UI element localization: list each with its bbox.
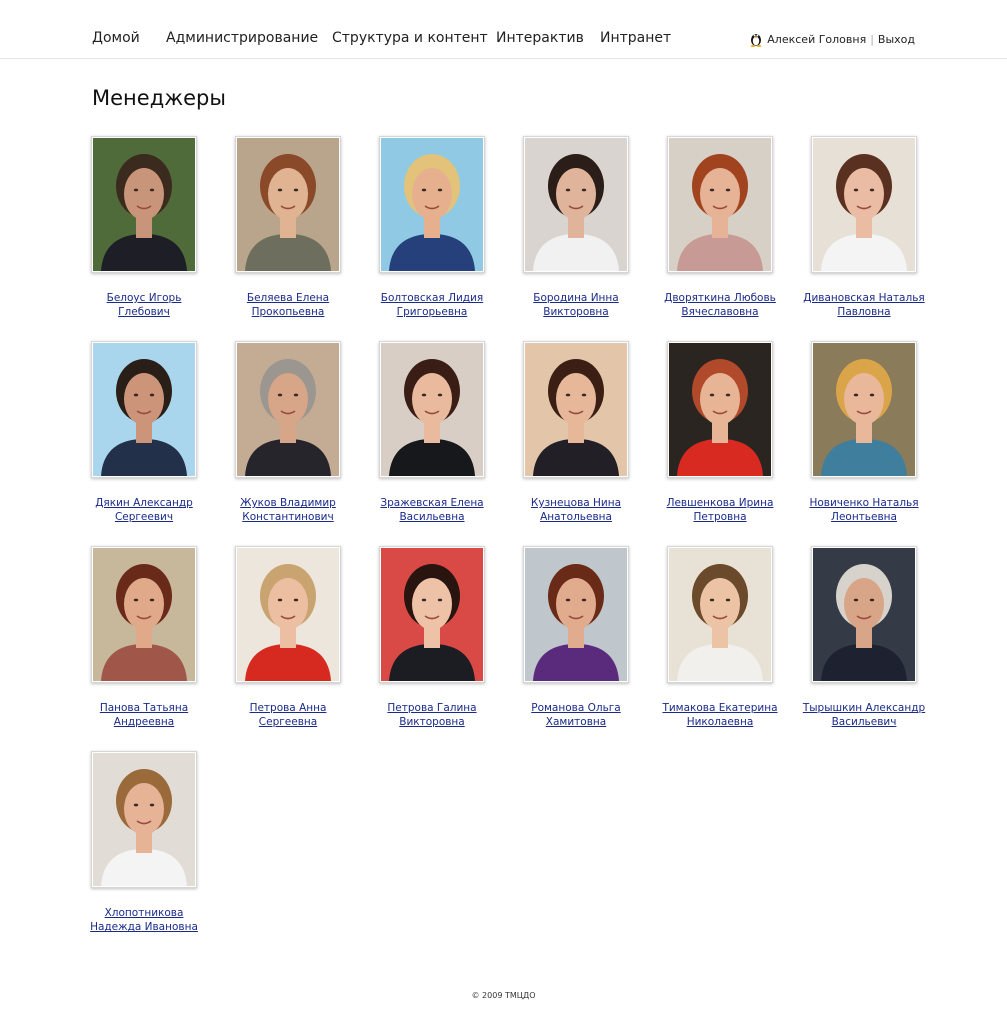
portrait-image (669, 138, 771, 271)
person-name-link[interactable]: Новиченко Наталья Леонтьевна (802, 496, 926, 524)
person-photo[interactable] (91, 546, 197, 683)
user-profile-link[interactable]: Алексей Головня (767, 33, 866, 46)
person-name-link[interactable]: Болтовская Лидия Григорьевна (370, 291, 494, 319)
person-name-link[interactable]: Панова Татьяна Андреевна (82, 701, 206, 729)
person-photo[interactable] (811, 341, 917, 478)
portrait-image (381, 548, 483, 681)
person-photo[interactable] (523, 341, 629, 478)
portrait-image (669, 343, 771, 476)
portrait-image (381, 138, 483, 271)
nav-intranet[interactable]: Интранет (600, 30, 671, 46)
person-name-link[interactable]: Жуков Владимир Константинович (226, 496, 350, 524)
person-name-link[interactable]: Дивановская Наталья Павловна (802, 291, 926, 319)
person-card: Кузнецова Нина Анатольевна (504, 341, 648, 524)
person-photo[interactable] (379, 341, 485, 478)
person-name-link[interactable]: Хлопотникова Надежда Ивановна (82, 906, 206, 934)
person-photo[interactable] (379, 136, 485, 273)
page-title: Менеджеры (92, 86, 226, 110)
person-name-link[interactable]: Беляева Елена Прокопьевна (226, 291, 350, 319)
logout-link[interactable]: Выход (878, 33, 915, 46)
portrait-image (237, 548, 339, 681)
portrait-image (93, 753, 195, 886)
person-card: Панова Татьяна Андреевна (72, 546, 216, 729)
person-photo[interactable] (667, 546, 773, 683)
portrait-image (93, 138, 195, 271)
linux-penguin-icon (751, 34, 762, 47)
person-card: Дивановская Наталья Павловна (792, 136, 936, 319)
person-photo[interactable] (523, 546, 629, 683)
person-name-link[interactable]: Дворяткина Любовь Вячеславовна (658, 291, 782, 319)
portrait-image (813, 343, 915, 476)
person-photo[interactable] (523, 136, 629, 273)
person-card: Тимакова Екатерина Николаевна (648, 546, 792, 729)
person-card: Зражевская Елена Васильевна (360, 341, 504, 524)
nav-administration[interactable]: Администрирование (166, 30, 318, 46)
nav-home[interactable]: Домой (92, 30, 140, 46)
person-photo[interactable] (811, 546, 917, 683)
person-photo[interactable] (667, 341, 773, 478)
portrait-image (237, 343, 339, 476)
person-card: Болтовская Лидия Григорьевна (360, 136, 504, 319)
footer-copyright: © 2009 ТМЦДО (471, 991, 536, 1000)
portrait-image (813, 548, 915, 681)
top-navigation: Домой Администрирование Структура и конт… (0, 0, 1007, 59)
person-photo[interactable] (235, 341, 341, 478)
nav-interactive[interactable]: Интерактив (496, 30, 584, 46)
person-name-link[interactable]: Кузнецова Нина Анатольевна (514, 496, 638, 524)
person-card: Беляева Елена Прокопьевна (216, 136, 360, 319)
portrait-image (669, 548, 771, 681)
person-photo[interactable] (235, 136, 341, 273)
person-photo[interactable] (379, 546, 485, 683)
person-card: Левшенкова Ирина Петровна (648, 341, 792, 524)
person-card: Новиченко Наталья Леонтьевна (792, 341, 936, 524)
portrait-image (525, 138, 627, 271)
person-card: Петрова Галина Викторовна (360, 546, 504, 729)
portrait-image (93, 548, 195, 681)
person-name-link[interactable]: Дякин Александр Сергеевич (82, 496, 206, 524)
person-photo[interactable] (235, 546, 341, 683)
person-card: Романова Ольга Хамитовна (504, 546, 648, 729)
portrait-image (525, 548, 627, 681)
person-name-link[interactable]: Зражевская Елена Васильевна (370, 496, 494, 524)
person-card: Хлопотникова Надежда Ивановна (72, 751, 216, 934)
person-card: Тырышкин Александр Васильевич (792, 546, 936, 729)
nav-structure-content[interactable]: Структура и контент (332, 30, 488, 46)
portrait-image (813, 138, 915, 271)
person-card: Дякин Александр Сергеевич (72, 341, 216, 524)
person-photo[interactable] (91, 136, 197, 273)
person-name-link[interactable]: Петрова Галина Викторовна (370, 701, 494, 729)
person-photo[interactable] (91, 751, 197, 888)
person-card: Бородина Инна Викторовна (504, 136, 648, 319)
portrait-image (237, 138, 339, 271)
portrait-image (381, 343, 483, 476)
person-photo[interactable] (91, 341, 197, 478)
portrait-image (93, 343, 195, 476)
person-name-link[interactable]: Тырышкин Александр Васильевич (802, 701, 926, 729)
person-card: Петрова Анна Сергеевна (216, 546, 360, 729)
separator: | (870, 32, 874, 46)
person-name-link[interactable]: Романова Ольга Хамитовна (514, 701, 638, 729)
person-name-link[interactable]: Петрова Анна Сергеевна (226, 701, 350, 729)
person-photo[interactable] (811, 136, 917, 273)
person-card: Жуков Владимир Константинович (216, 341, 360, 524)
portrait-image (525, 343, 627, 476)
person-name-link[interactable]: Бородина Инна Викторовна (514, 291, 638, 319)
person-card: Дворяткина Любовь Вячеславовна (648, 136, 792, 319)
person-card: Белоус Игорь Глебович (72, 136, 216, 319)
user-box: Алексей Головня | Выход (749, 31, 915, 47)
person-photo[interactable] (667, 136, 773, 273)
person-name-link[interactable]: Левшенкова Ирина Петровна (658, 496, 782, 524)
person-name-link[interactable]: Тимакова Екатерина Николаевна (658, 701, 782, 729)
person-name-link[interactable]: Белоус Игорь Глебович (82, 291, 206, 319)
